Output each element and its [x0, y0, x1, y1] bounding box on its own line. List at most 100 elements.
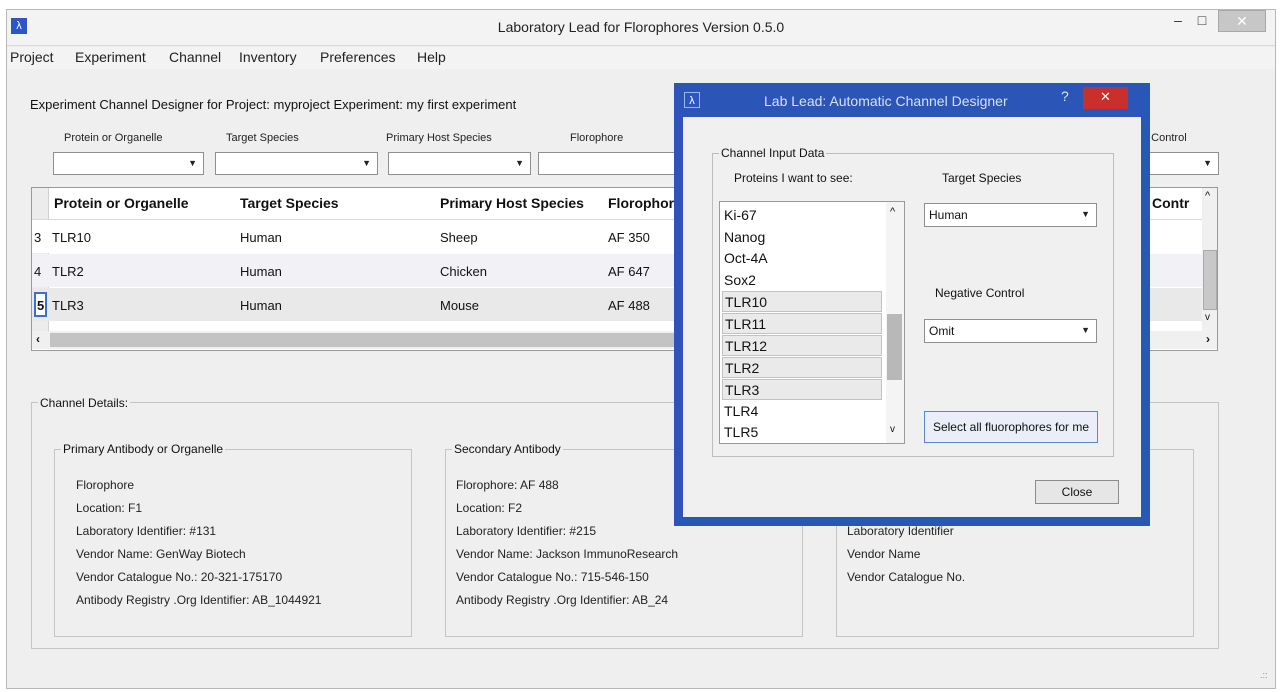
row-number: 3 [34, 230, 42, 245]
list-vertical-scrollbar[interactable]: ^ v [886, 202, 904, 443]
menu-inventory[interactable]: Inventory [239, 49, 297, 65]
cell-species: Human [240, 230, 282, 245]
secondary-registry-id: Antibody Registry .Org Identifier: AB_24 [456, 593, 669, 607]
cell-protein: TLR2 [52, 264, 84, 279]
target-species-combo[interactable]: Human ▼ [924, 203, 1097, 227]
negative-control-combo[interactable]: Omit ▼ [924, 319, 1097, 343]
cell-florophore: AF 647 [608, 264, 650, 279]
column-header-protein[interactable]: Protein or Organelle [54, 188, 189, 219]
column-header-host-species[interactable]: Primary Host Species [440, 188, 584, 219]
primary-registry-id: Antibody Registry .Org Identifier: AB_10… [76, 593, 322, 607]
channel-input-label: Channel Input Data [719, 146, 827, 160]
automatic-channel-designer-dialog: λ Lab Lead: Automatic Channel Designer ?… [674, 83, 1150, 526]
primary-location: Location: F1 [76, 501, 143, 515]
list-item[interactable]: TLR5 [722, 422, 882, 443]
scroll-thumb[interactable] [1203, 250, 1217, 310]
cell-protein: TLR3 [52, 298, 84, 313]
scroll-down-icon[interactable]: v [890, 424, 895, 435]
primary-antibody-label: Primary Antibody or Organelle [61, 442, 226, 456]
scroll-left-icon[interactable]: ‹ [36, 332, 40, 346]
cell-florophore: AF 350 [608, 230, 650, 245]
dialog-body: Channel Input Data Proteins I want to se… [683, 117, 1141, 517]
dropdown-arrow-icon: ▼ [1203, 158, 1212, 168]
filter-label-host-species: Primary Host Species [386, 132, 492, 144]
scroll-down-icon[interactable]: v [1205, 312, 1210, 323]
channel-details-label: Channel Details: [38, 396, 131, 410]
host-species-filter-combo[interactable]: ▼ [388, 152, 531, 175]
row-number: 4 [34, 264, 42, 279]
dialog-app-icon: λ [684, 92, 700, 108]
filter-label-protein: Protein or Organelle [64, 132, 163, 144]
scroll-up-icon[interactable]: ^ [1205, 190, 1210, 202]
third-lab-id: Laboratory Identifier [847, 524, 954, 538]
help-icon[interactable]: ? [1061, 88, 1069, 104]
menu-bar: Project Experiment Channel Inventory Pre… [7, 47, 1275, 69]
cell-species: Human [240, 264, 282, 279]
proteins-label: Proteins I want to see: [734, 171, 853, 185]
filter-label-target-species: Target Species [226, 132, 299, 144]
list-item-selected[interactable]: TLR10 [722, 291, 882, 312]
scroll-thumb[interactable] [887, 314, 902, 380]
list-item[interactable]: Ki-67 [722, 205, 882, 226]
secondary-location: Location: F2 [456, 501, 523, 515]
secondary-vendor-catalogue: Vendor Catalogue No.: 715-546-150 [456, 570, 649, 584]
close-button[interactable]: Close [1035, 480, 1119, 504]
primary-lab-id: Laboratory Identifier: #131 [76, 524, 217, 538]
dropdown-arrow-icon: ▼ [515, 158, 524, 168]
primary-florophore: Florophore [76, 478, 135, 492]
dialog-close-icon[interactable]: ✕ [1083, 87, 1128, 109]
resize-grip-icon[interactable]: .:: [1260, 670, 1268, 680]
dropdown-arrow-icon: ▼ [1081, 209, 1090, 219]
secondary-florophore: Florophore: AF 488 [456, 478, 559, 492]
row-number: 5 [37, 298, 45, 313]
dropdown-arrow-icon: ▼ [1081, 325, 1090, 335]
close-window-button[interactable]: ✕ [1218, 10, 1266, 32]
filter-label-florophore: Florophore [570, 132, 624, 144]
list-item-selected[interactable]: TLR11 [722, 313, 882, 334]
title-bar: λ Laboratory Lead for Florophores Versio… [7, 10, 1275, 46]
dialog-title: Lab Lead: Automatic Channel Designer [764, 93, 1008, 109]
menu-channel[interactable]: Channel [169, 49, 221, 65]
primary-vendor-name: Vendor Name: GenWay Biotech [76, 547, 246, 561]
target-species-filter-combo[interactable]: ▼ [215, 152, 378, 175]
negative-control-value: Omit [929, 324, 955, 338]
select-all-fluorophores-button[interactable]: Select all fluorophores for me [924, 411, 1098, 443]
scroll-up-icon[interactable]: ^ [890, 206, 895, 218]
protein-filter-combo[interactable]: ▼ [53, 152, 204, 175]
menu-experiment[interactable]: Experiment [75, 49, 146, 65]
scroll-thumb[interactable] [50, 333, 700, 347]
minimize-button[interactable]: – [1167, 10, 1189, 32]
table-vertical-scrollbar[interactable]: ^ v [1202, 188, 1217, 331]
column-header-florophore[interactable]: Florophore [608, 188, 682, 219]
cell-protein: TLR10 [52, 230, 92, 245]
maximize-button[interactable]: □ [1191, 10, 1213, 32]
list-item[interactable]: Nanog [722, 227, 882, 248]
cell-host: Chicken [440, 264, 487, 279]
secondary-vendor-name: Vendor Name: Jackson ImmunoResearch [456, 547, 679, 561]
list-item[interactable]: Oct-4A [722, 248, 882, 269]
column-header-target-species[interactable]: Target Species [240, 188, 339, 219]
list-item-selected[interactable]: TLR3 [722, 379, 882, 400]
window-title: Laboratory Lead for Florophores Version … [497, 19, 785, 35]
list-item[interactable]: Sox2 [722, 270, 882, 291]
cell-host: Sheep [440, 230, 478, 245]
menu-preferences[interactable]: Preferences [320, 49, 395, 65]
column-header-control[interactable]: Contr [1152, 188, 1190, 219]
menu-help[interactable]: Help [417, 49, 446, 65]
scroll-right-icon[interactable]: › [1206, 332, 1210, 346]
florophore-filter-combo[interactable] [538, 152, 688, 175]
third-vendor-name: Vendor Name [847, 547, 921, 561]
primary-vendor-catalogue: Vendor Catalogue No.: 20-321-175170 [76, 570, 283, 584]
designer-heading: Experiment Channel Designer for Project:… [30, 97, 517, 112]
dropdown-arrow-icon: ▼ [362, 158, 371, 168]
proteins-listbox[interactable]: Ki-67 Nanog Oct-4A Sox2 TLR10 TLR11 TLR1… [719, 201, 905, 444]
list-item[interactable]: TLR4 [722, 401, 882, 422]
secondary-antibody-label: Secondary Antibody [452, 442, 563, 456]
list-item-selected[interactable]: TLR2 [722, 357, 882, 378]
list-item-selected[interactable]: TLR12 [722, 335, 882, 356]
menu-project[interactable]: Project [10, 49, 54, 65]
cell-host: Mouse [440, 298, 480, 313]
secondary-lab-id: Laboratory Identifier: #215 [456, 524, 597, 538]
negative-control-label: Negative Control [935, 286, 1025, 300]
cell-species: Human [240, 298, 282, 313]
